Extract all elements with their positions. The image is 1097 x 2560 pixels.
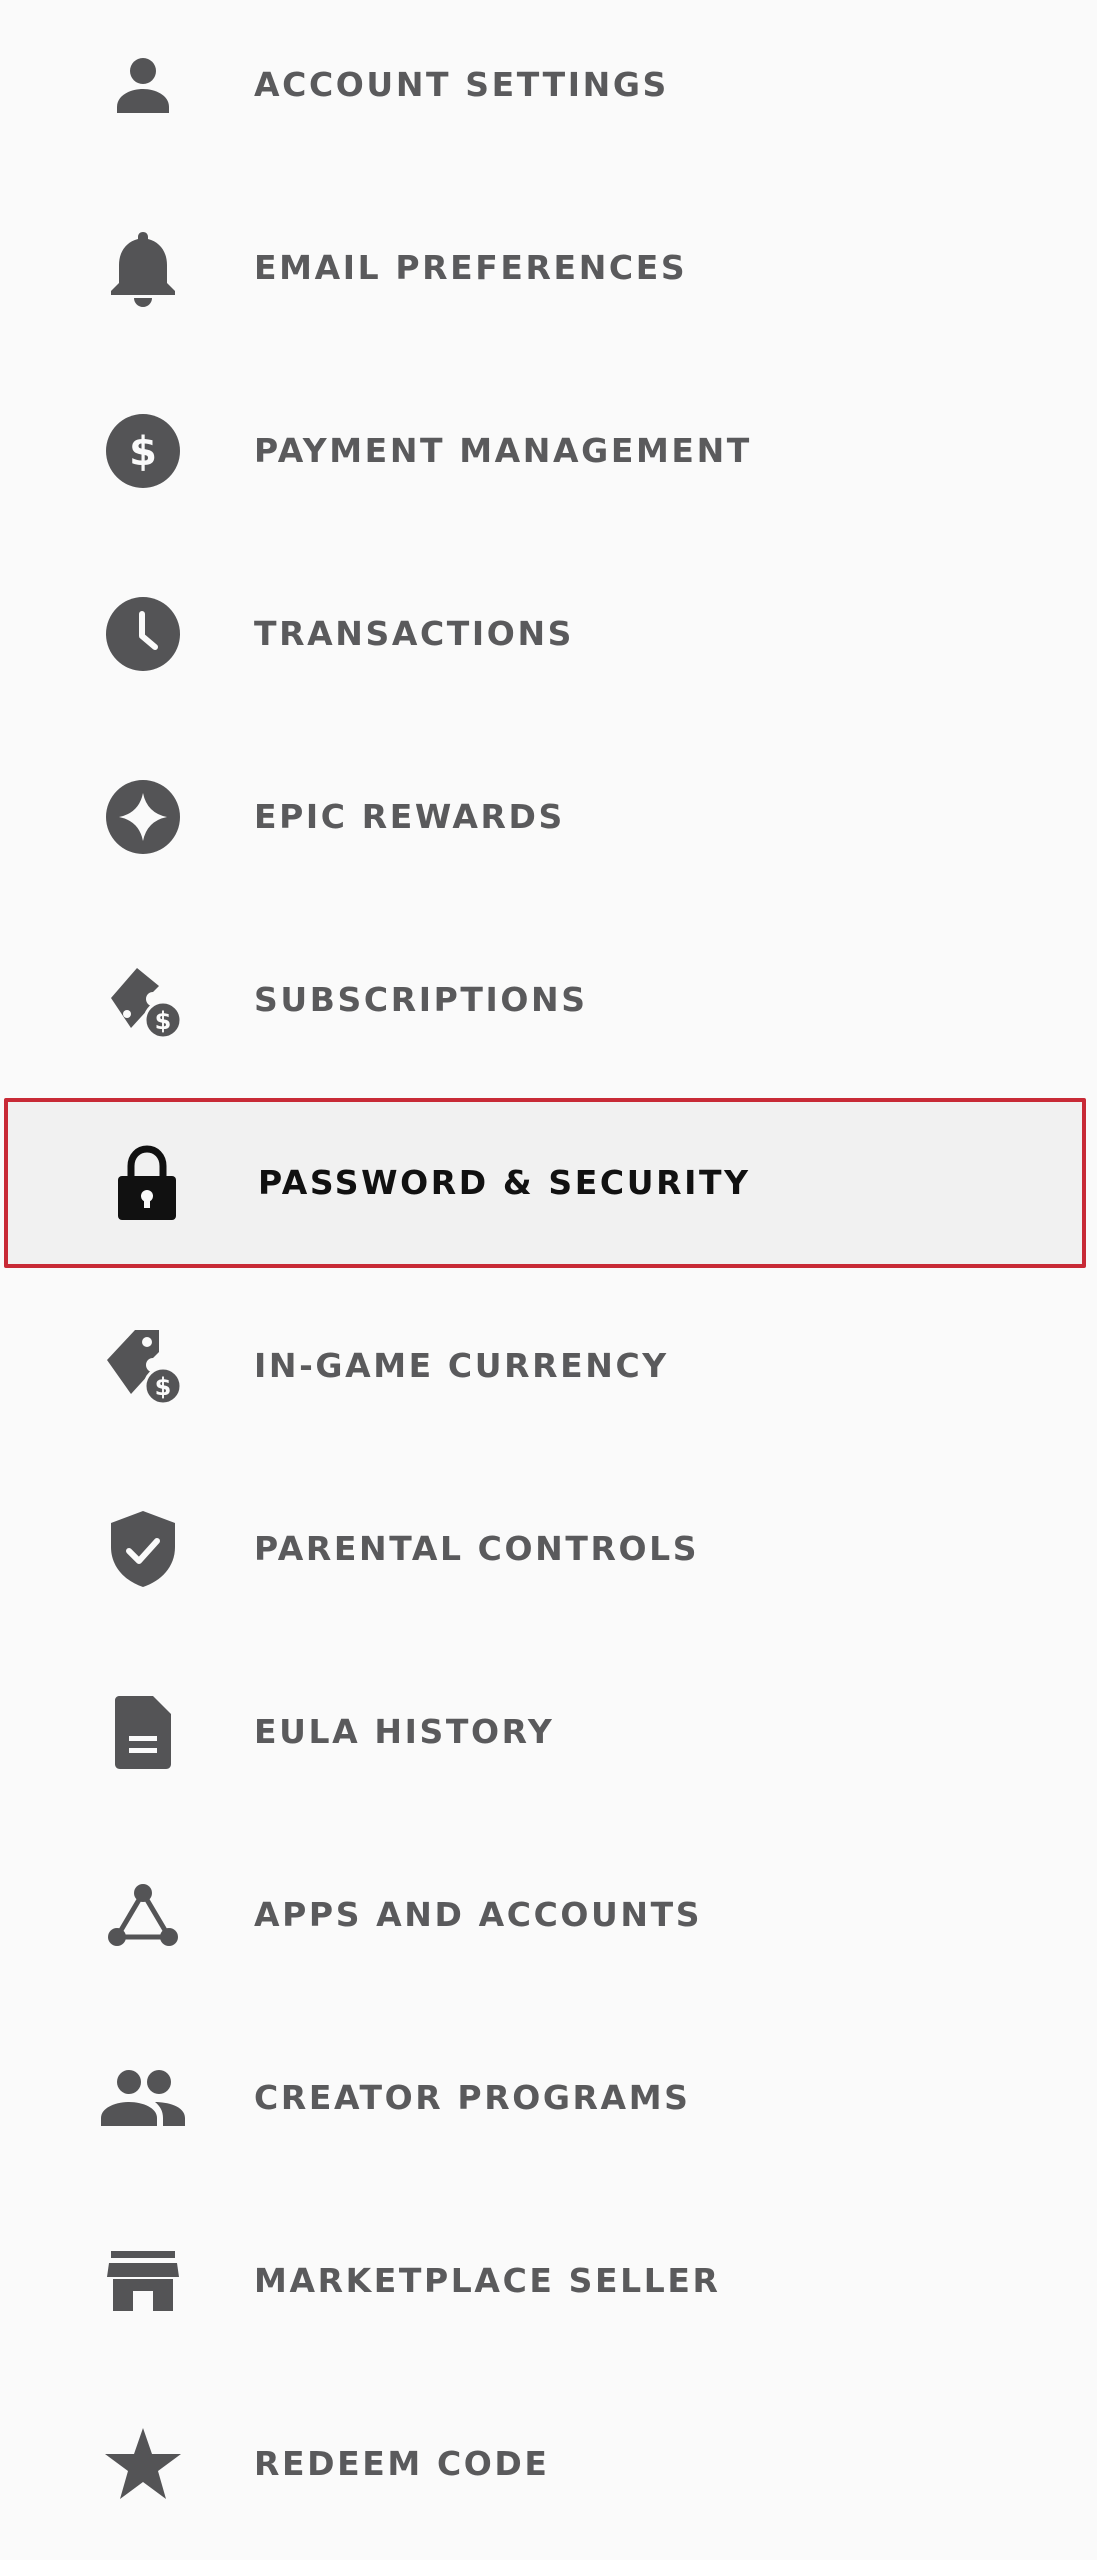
document-icon: [98, 1692, 188, 1772]
person-icon: [98, 45, 188, 125]
lock-icon: [102, 1143, 192, 1223]
ticket-dollar-icon: $: [98, 960, 188, 1040]
sidebar-item-epic-rewards[interactable]: EPIC REWARDS: [0, 732, 1097, 902]
sidebar-item-label: EPIC REWARDS: [254, 797, 565, 836]
sidebar-item-label: ACCOUNT SETTINGS: [254, 65, 669, 104]
svg-text:$: $: [155, 1007, 172, 1035]
svg-text:$: $: [155, 1373, 172, 1401]
sidebar-item-in-game-currency[interactable]: $ IN-GAME CURRENCY: [0, 1281, 1097, 1451]
sidebar-item-password-security[interactable]: PASSWORD & SECURITY: [4, 1098, 1086, 1268]
shield-check-icon: [98, 1509, 188, 1589]
sidebar-item-label: PASSWORD & SECURITY: [258, 1163, 751, 1202]
sidebar-item-email-preferences[interactable]: EMAIL PREFERENCES: [0, 183, 1097, 353]
sidebar-item-eula-history[interactable]: EULA HISTORY: [0, 1647, 1097, 1817]
tag-dollar-icon: $: [98, 1326, 188, 1406]
sidebar-item-label: PARENTAL CONTROLS: [254, 1529, 700, 1568]
sidebar-item-label: SUBSCRIPTIONS: [254, 980, 588, 1019]
sidebar-item-label: EULA HISTORY: [254, 1712, 555, 1751]
sidebar-item-label: REDEEM CODE: [254, 2444, 550, 2483]
clock-icon: [98, 594, 188, 674]
sidebar-item-subscriptions[interactable]: $ SUBSCRIPTIONS: [0, 915, 1097, 1085]
people-icon: [98, 2058, 188, 2138]
sidebar-item-transactions[interactable]: TRANSACTIONS: [0, 549, 1097, 719]
sidebar-item-label: MARKETPLACE SELLER: [254, 2261, 721, 2300]
sidebar-item-redeem-code[interactable]: REDEEM CODE: [0, 2379, 1097, 2549]
sidebar-item-apps-and-accounts[interactable]: APPS AND ACCOUNTS: [0, 1830, 1097, 2000]
sidebar-item-creator-programs[interactable]: CREATOR PROGRAMS: [0, 2013, 1097, 2183]
sidebar-item-label: PAYMENT MANAGEMENT: [254, 431, 752, 470]
sidebar-item-label: CREATOR PROGRAMS: [254, 2078, 691, 2117]
storefront-icon: [98, 2241, 188, 2321]
sidebar-item-marketplace-seller[interactable]: MARKETPLACE SELLER: [0, 2196, 1097, 2366]
star-icon: [98, 2424, 188, 2504]
connection-icon: [98, 1875, 188, 1955]
account-sidebar: ACCOUNT SETTINGS EMAIL PREFERENCES $ PAY…: [0, 0, 1097, 2560]
dollar-icon: $: [98, 411, 188, 491]
sidebar-item-parental-controls[interactable]: PARENTAL CONTROLS: [0, 1464, 1097, 1634]
sidebar-item-label: TRANSACTIONS: [254, 614, 575, 653]
sidebar-item-label: IN-GAME CURRENCY: [254, 1346, 669, 1385]
sidebar-item-payment-management[interactable]: $ PAYMENT MANAGEMENT: [0, 366, 1097, 536]
sidebar-item-label: APPS AND ACCOUNTS: [254, 1895, 703, 1934]
svg-text:$: $: [129, 429, 157, 475]
sparkle-icon: [98, 777, 188, 857]
sidebar-item-label: EMAIL PREFERENCES: [254, 248, 688, 287]
bell-icon: [98, 228, 188, 308]
sidebar-item-account-settings[interactable]: ACCOUNT SETTINGS: [0, 0, 1097, 170]
